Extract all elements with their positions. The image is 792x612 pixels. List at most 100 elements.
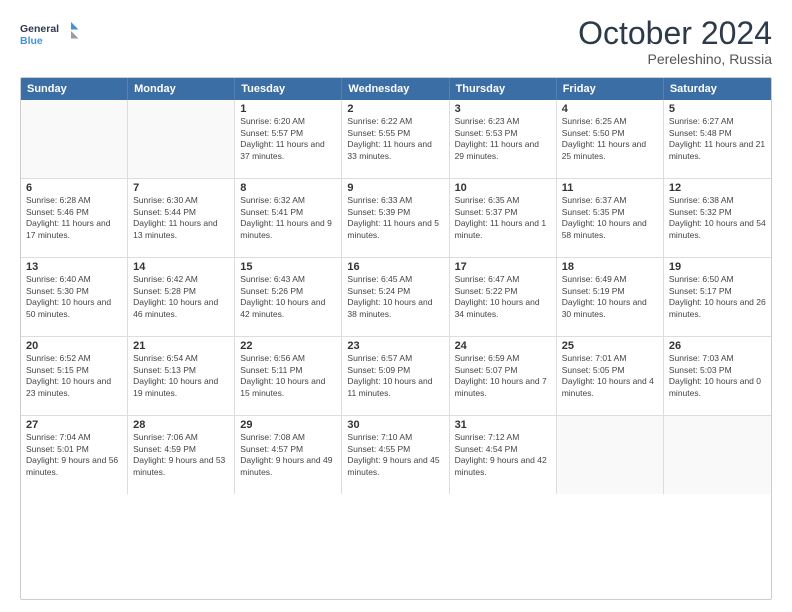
day-number: 17 — [455, 261, 551, 273]
day-info: Sunrise: 6:57 AMSunset: 5:09 PMDaylight:… — [347, 353, 443, 399]
day-number: 28 — [133, 419, 229, 431]
day-cell-14: 14 Sunrise: 6:42 AMSunset: 5:28 PMDaylig… — [128, 258, 235, 336]
day-number: 10 — [455, 182, 551, 194]
day-info: Sunrise: 6:27 AMSunset: 5:48 PMDaylight:… — [669, 116, 766, 162]
week-row-4: 20 Sunrise: 6:52 AMSunset: 5:15 PMDaylig… — [21, 337, 771, 416]
header-day-monday: Monday — [128, 78, 235, 100]
day-cell-19: 19 Sunrise: 6:50 AMSunset: 5:17 PMDaylig… — [664, 258, 771, 336]
day-number: 7 — [133, 182, 229, 194]
day-info: Sunrise: 6:28 AMSunset: 5:46 PMDaylight:… — [26, 195, 122, 241]
day-cell-20: 20 Sunrise: 6:52 AMSunset: 5:15 PMDaylig… — [21, 337, 128, 415]
day-cell-10: 10 Sunrise: 6:35 AMSunset: 5:37 PMDaylig… — [450, 179, 557, 257]
header-day-thursday: Thursday — [450, 78, 557, 100]
day-cell-25: 25 Sunrise: 7:01 AMSunset: 5:05 PMDaylig… — [557, 337, 664, 415]
day-cell-6: 6 Sunrise: 6:28 AMSunset: 5:46 PMDayligh… — [21, 179, 128, 257]
day-number: 4 — [562, 103, 658, 115]
week-row-1: 1 Sunrise: 6:20 AMSunset: 5:57 PMDayligh… — [21, 100, 771, 179]
day-number: 6 — [26, 182, 122, 194]
day-info: Sunrise: 6:50 AMSunset: 5:17 PMDaylight:… — [669, 274, 766, 320]
day-number: 23 — [347, 340, 443, 352]
day-info: Sunrise: 6:45 AMSunset: 5:24 PMDaylight:… — [347, 274, 443, 320]
day-number: 2 — [347, 103, 443, 115]
day-info: Sunrise: 6:25 AMSunset: 5:50 PMDaylight:… — [562, 116, 658, 162]
day-info: Sunrise: 6:20 AMSunset: 5:57 PMDaylight:… — [240, 116, 336, 162]
day-number: 19 — [669, 261, 766, 273]
title-block: October 2024 Pereleshino, Russia — [578, 16, 772, 67]
day-info: Sunrise: 6:22 AMSunset: 5:55 PMDaylight:… — [347, 116, 443, 162]
day-info: Sunrise: 6:23 AMSunset: 5:53 PMDaylight:… — [455, 116, 551, 162]
day-number: 11 — [562, 182, 658, 194]
month-title: October 2024 — [578, 16, 772, 51]
day-number: 30 — [347, 419, 443, 431]
day-info: Sunrise: 6:56 AMSunset: 5:11 PMDaylight:… — [240, 353, 336, 399]
day-cell-9: 9 Sunrise: 6:33 AMSunset: 5:39 PMDayligh… — [342, 179, 449, 257]
day-cell-18: 18 Sunrise: 6:49 AMSunset: 5:19 PMDaylig… — [557, 258, 664, 336]
header: General Blue October 2024 Pereleshino, R… — [20, 16, 772, 67]
day-cell-31: 31 Sunrise: 7:12 AMSunset: 4:54 PMDaylig… — [450, 416, 557, 494]
day-info: Sunrise: 6:40 AMSunset: 5:30 PMDaylight:… — [26, 274, 122, 320]
day-number: 31 — [455, 419, 551, 431]
day-number: 16 — [347, 261, 443, 273]
day-cell-2: 2 Sunrise: 6:22 AMSunset: 5:55 PMDayligh… — [342, 100, 449, 178]
day-cell-13: 13 Sunrise: 6:40 AMSunset: 5:30 PMDaylig… — [21, 258, 128, 336]
day-number: 8 — [240, 182, 336, 194]
day-info: Sunrise: 6:54 AMSunset: 5:13 PMDaylight:… — [133, 353, 229, 399]
day-number: 3 — [455, 103, 551, 115]
day-number: 29 — [240, 419, 336, 431]
day-info: Sunrise: 7:04 AMSunset: 5:01 PMDaylight:… — [26, 432, 122, 478]
page: General Blue October 2024 Pereleshino, R… — [0, 0, 792, 612]
day-info: Sunrise: 7:01 AMSunset: 5:05 PMDaylight:… — [562, 353, 658, 399]
day-number: 18 — [562, 261, 658, 273]
day-number: 26 — [669, 340, 766, 352]
day-info: Sunrise: 6:42 AMSunset: 5:28 PMDaylight:… — [133, 274, 229, 320]
day-number: 20 — [26, 340, 122, 352]
day-info: Sunrise: 6:35 AMSunset: 5:37 PMDaylight:… — [455, 195, 551, 241]
calendar: SundayMondayTuesdayWednesdayThursdayFrid… — [20, 77, 772, 600]
svg-text:Blue: Blue — [20, 35, 43, 47]
calendar-header: SundayMondayTuesdayWednesdayThursdayFrid… — [21, 78, 771, 100]
week-row-2: 6 Sunrise: 6:28 AMSunset: 5:46 PMDayligh… — [21, 179, 771, 258]
day-number: 9 — [347, 182, 443, 194]
day-cell-17: 17 Sunrise: 6:47 AMSunset: 5:22 PMDaylig… — [450, 258, 557, 336]
day-number: 27 — [26, 419, 122, 431]
header-day-sunday: Sunday — [21, 78, 128, 100]
day-number: 22 — [240, 340, 336, 352]
day-cell-12: 12 Sunrise: 6:38 AMSunset: 5:32 PMDaylig… — [664, 179, 771, 257]
header-day-tuesday: Tuesday — [235, 78, 342, 100]
day-cell-21: 21 Sunrise: 6:54 AMSunset: 5:13 PMDaylig… — [128, 337, 235, 415]
day-number: 5 — [669, 103, 766, 115]
day-number: 13 — [26, 261, 122, 273]
day-info: Sunrise: 6:30 AMSunset: 5:44 PMDaylight:… — [133, 195, 229, 241]
day-number: 25 — [562, 340, 658, 352]
day-info: Sunrise: 6:38 AMSunset: 5:32 PMDaylight:… — [669, 195, 766, 241]
day-number: 24 — [455, 340, 551, 352]
day-cell-16: 16 Sunrise: 6:45 AMSunset: 5:24 PMDaylig… — [342, 258, 449, 336]
day-cell-1: 1 Sunrise: 6:20 AMSunset: 5:57 PMDayligh… — [235, 100, 342, 178]
day-cell-30: 30 Sunrise: 7:10 AMSunset: 4:55 PMDaylig… — [342, 416, 449, 494]
day-info: Sunrise: 7:06 AMSunset: 4:59 PMDaylight:… — [133, 432, 229, 478]
header-day-friday: Friday — [557, 78, 664, 100]
day-cell-24: 24 Sunrise: 6:59 AMSunset: 5:07 PMDaylig… — [450, 337, 557, 415]
day-cell-29: 29 Sunrise: 7:08 AMSunset: 4:57 PMDaylig… — [235, 416, 342, 494]
logo-graphic: General Blue — [20, 16, 80, 52]
day-cell-7: 7 Sunrise: 6:30 AMSunset: 5:44 PMDayligh… — [128, 179, 235, 257]
day-number: 1 — [240, 103, 336, 115]
day-cell-5: 5 Sunrise: 6:27 AMSunset: 5:48 PMDayligh… — [664, 100, 771, 178]
header-day-saturday: Saturday — [664, 78, 771, 100]
day-cell-empty — [557, 416, 664, 494]
day-info: Sunrise: 6:49 AMSunset: 5:19 PMDaylight:… — [562, 274, 658, 320]
day-cell-empty — [21, 100, 128, 178]
day-number: 12 — [669, 182, 766, 194]
day-number: 14 — [133, 261, 229, 273]
day-info: Sunrise: 6:59 AMSunset: 5:07 PMDaylight:… — [455, 353, 551, 399]
day-cell-22: 22 Sunrise: 6:56 AMSunset: 5:11 PMDaylig… — [235, 337, 342, 415]
day-info: Sunrise: 7:10 AMSunset: 4:55 PMDaylight:… — [347, 432, 443, 478]
day-cell-empty — [128, 100, 235, 178]
day-cell-11: 11 Sunrise: 6:37 AMSunset: 5:35 PMDaylig… — [557, 179, 664, 257]
week-row-5: 27 Sunrise: 7:04 AMSunset: 5:01 PMDaylig… — [21, 416, 771, 494]
day-cell-15: 15 Sunrise: 6:43 AMSunset: 5:26 PMDaylig… — [235, 258, 342, 336]
day-cell-27: 27 Sunrise: 7:04 AMSunset: 5:01 PMDaylig… — [21, 416, 128, 494]
day-cell-3: 3 Sunrise: 6:23 AMSunset: 5:53 PMDayligh… — [450, 100, 557, 178]
day-cell-4: 4 Sunrise: 6:25 AMSunset: 5:50 PMDayligh… — [557, 100, 664, 178]
day-info: Sunrise: 6:47 AMSunset: 5:22 PMDaylight:… — [455, 274, 551, 320]
